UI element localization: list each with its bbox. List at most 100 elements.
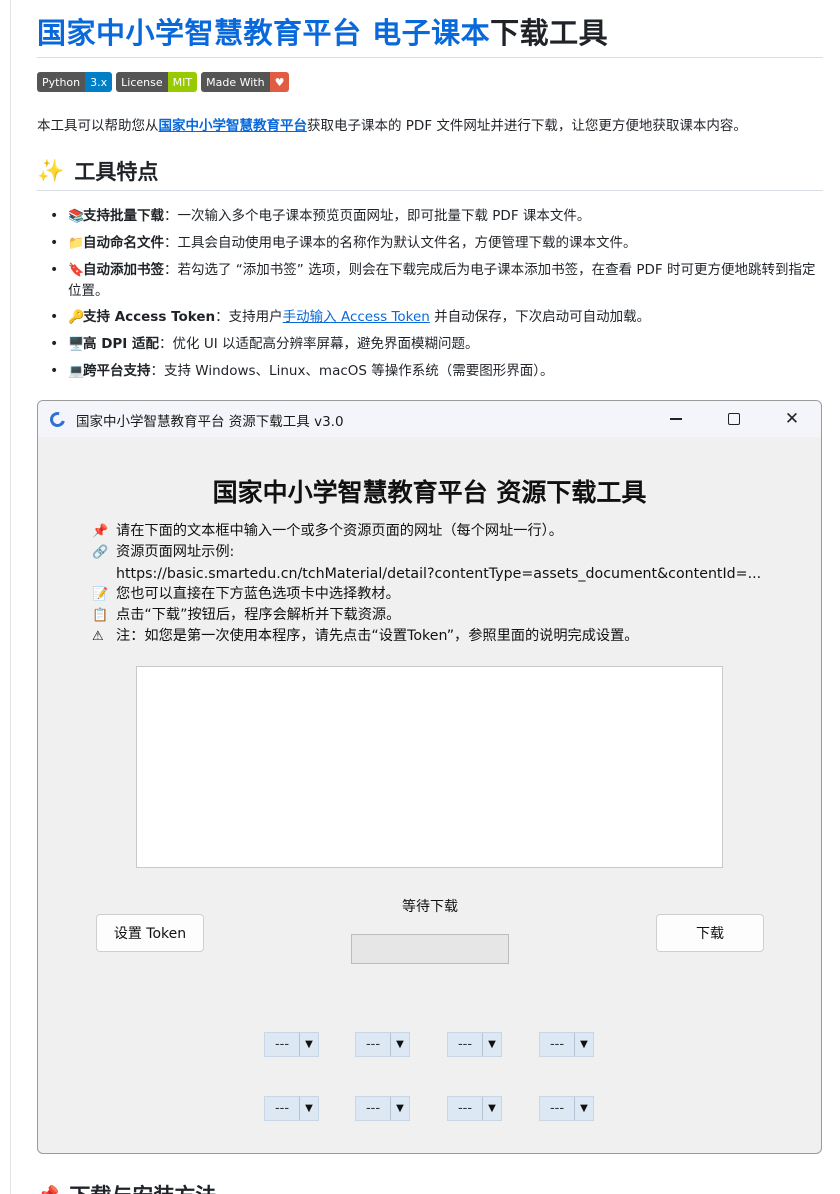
category-select-5[interactable]: --- ▼ xyxy=(264,1096,319,1121)
window-title: 国家中小学智慧教育平台 资源下载工具 v3.0 xyxy=(76,414,344,430)
intro-paragraph: 本工具可以帮助您从国家中小学智慧教育平台获取电子课本的 PDF 文件网址并进行下… xyxy=(37,114,747,134)
download-status: 等待下载 xyxy=(402,899,458,915)
list-item: 🔖自动添加书签：若勾选了 “添加书签” 选项，则会在下载完成后为电子课本添加书签… xyxy=(37,260,823,301)
books-icon: 📚 xyxy=(68,209,85,224)
title-divider xyxy=(37,57,823,58)
bookmark-icon: 🔖 xyxy=(68,263,85,278)
instruction-text: 资源页面网址示例: xyxy=(116,544,235,561)
app-title: 国家中小学智慧教育平台 资源下载工具 xyxy=(212,478,647,507)
select-value: --- xyxy=(365,1037,381,1052)
feature-text: ：优化 UI 以适配高分辨率屏幕，避免界面模糊问题。 xyxy=(159,336,479,352)
link-icon: 🔗 xyxy=(92,545,109,561)
intro-text: 获取电子课本的 PDF 文件网址并进行下载，让您更方便地获取课本内容。 xyxy=(307,118,747,134)
select-value: --- xyxy=(365,1101,381,1116)
select-value: --- xyxy=(457,1101,473,1116)
memo-icon: 📝 xyxy=(92,586,109,602)
badge-label: Made With xyxy=(201,72,270,92)
sparkles-icon: ✨ xyxy=(37,158,65,184)
select-value: --- xyxy=(549,1037,565,1052)
feature-name: 自动添加书签 xyxy=(83,262,164,278)
platform-link[interactable]: 国家中小学智慧教育平台 xyxy=(159,118,308,134)
instruction-text: 点击“下载”按钮后，程序会解析并下载资源。 xyxy=(116,607,401,624)
features-heading: ✨ 工具特点 xyxy=(37,156,158,186)
feature-text: ：若勾选了 “添加书签” 选项，则会在下载完成后为电子课本添加书签，在查看 PD… xyxy=(68,262,816,299)
features-divider xyxy=(37,190,823,191)
badge-python[interactable]: Python 3.x xyxy=(37,72,113,92)
badge-made-with[interactable]: Made With ♥ xyxy=(201,72,290,92)
select-value: --- xyxy=(274,1101,290,1116)
badge-label: License xyxy=(116,72,168,92)
dropdown-arrow-icon: ▼ xyxy=(390,1033,409,1056)
instruction-text: 请在下面的文本框中输入一个或多个资源页面的网址（每个网址一行）。 xyxy=(116,523,563,539)
list-item: 📚支持批量下载：一次输入多个电子课本预览页面网址，即可批量下载 PDF 课本文件… xyxy=(37,206,823,227)
download-button[interactable]: 下载 xyxy=(656,914,764,952)
category-select-3[interactable]: --- ▼ xyxy=(447,1032,502,1057)
feature-text: ：支持 Windows、Linux、macOS 等操作系统（需要图形界面）。 xyxy=(150,363,554,379)
list-item: 🔑支持 Access Token：支持用户手动输入 Access Token 并… xyxy=(37,307,823,328)
clipboard-icon: 📋 xyxy=(92,608,109,624)
category-select-4[interactable]: --- ▼ xyxy=(539,1032,594,1057)
window-titlebar[interactable]: 国家中小学智慧教育平台 资源下载工具 v3.0 ✕ xyxy=(38,401,821,437)
maximize-button[interactable] xyxy=(711,401,757,437)
feature-text: ：工具会自动使用电子课本的名称作为默认文件名，方便管理下载的课本文件。 xyxy=(164,235,637,251)
instructions: 📌 请在下面的文本框中输入一个或多个资源页面的网址（每个网址一行）。 🔗 资源页面网… xyxy=(92,521,782,648)
readme-title-highlight: 国家中小学智慧教育平台 电子课本 xyxy=(37,16,491,50)
category-select-6[interactable]: --- ▼ xyxy=(355,1096,410,1121)
dropdown-arrow-icon: ▼ xyxy=(574,1097,593,1120)
close-icon: ✕ xyxy=(784,409,800,429)
dropdown-arrow-icon: ▼ xyxy=(574,1033,593,1056)
laptop-icon: 💻 xyxy=(68,364,85,379)
badges: Python 3.x License MIT Made With ♥ xyxy=(37,72,290,92)
badge-value: 3.x xyxy=(85,72,113,92)
progress-bar xyxy=(351,934,509,964)
heart-icon: ♥ xyxy=(269,72,290,92)
download-heading-text: 下载与安装方法 xyxy=(69,1180,216,1194)
category-select-1[interactable]: --- ▼ xyxy=(264,1032,319,1057)
category-select-8[interactable]: --- ▼ xyxy=(539,1096,594,1121)
page-left-border xyxy=(10,0,11,1194)
dropdown-arrow-icon: ▼ xyxy=(299,1097,318,1120)
instruction-line: 📋 点击“下载”按钮后，程序会解析并下载资源。 xyxy=(92,605,782,626)
warning-icon: ⚠ xyxy=(92,629,104,645)
folder-icon: 📁 xyxy=(68,236,85,251)
category-select-7[interactable]: --- ▼ xyxy=(447,1096,502,1121)
close-button[interactable]: ✕ xyxy=(769,401,815,437)
minimize-icon xyxy=(670,418,682,420)
monitor-icon: 🖥️ xyxy=(68,337,85,352)
maximize-icon xyxy=(728,413,740,425)
badge-label: Python xyxy=(37,72,86,92)
download-heading: 📌 下载与安装方法 xyxy=(37,1180,216,1194)
feature-name: 支持批量下载 xyxy=(83,208,164,224)
feature-name: 高 DPI 适配 xyxy=(83,336,160,352)
feature-name: 自动命名文件 xyxy=(83,235,164,251)
feature-text: ：支持用户 xyxy=(215,309,283,325)
pushpin-icon: 📌 xyxy=(92,524,109,539)
dropdown-arrow-icon: ▼ xyxy=(299,1033,318,1056)
intro-text: 本工具可以帮助您从 xyxy=(37,118,159,134)
list-item: 🖥️高 DPI 适配：优化 UI 以适配高分辨率屏幕，避免界面模糊问题。 xyxy=(37,334,823,355)
set-token-button[interactable]: 设置 Token xyxy=(96,914,204,952)
readme-title-rest: 下载工具 xyxy=(490,16,609,50)
example-url: https://basic.smartedu.cn/tchMaterial/de… xyxy=(116,565,762,582)
dropdown-arrow-icon: ▼ xyxy=(390,1097,409,1120)
features-list: 📚支持批量下载：一次输入多个电子课本预览页面网址，即可批量下载 PDF 课本文件… xyxy=(37,206,823,388)
instruction-text: 您也可以直接在下方蓝色选项卡中选择教材。 xyxy=(116,585,400,602)
manual-token-link[interactable]: 手动输入 Access Token xyxy=(283,309,430,325)
select-value: --- xyxy=(549,1101,565,1116)
instruction-line: 📌 请在下面的文本框中输入一个或多个资源页面的网址（每个网址一行）。 xyxy=(92,521,782,542)
instruction-line: 📝 您也可以直接在下方蓝色选项卡中选择教材。 xyxy=(92,584,782,605)
dropdown-arrow-icon: ▼ xyxy=(482,1033,501,1056)
instruction-line: ⚠ 注：如您是第一次使用本程序，请先点击“设置Token”，参照里面的说明完成设置… xyxy=(92,626,782,647)
badge-license[interactable]: License MIT xyxy=(116,72,198,92)
badge-value: MIT xyxy=(167,72,198,92)
readme-title: 国家中小学智慧教育平台 电子课本下载工具 xyxy=(37,10,608,52)
select-value: --- xyxy=(274,1037,290,1052)
feature-text: ：一次输入多个电子课本预览页面网址，即可批量下载 PDF 课本文件。 xyxy=(164,208,591,224)
category-select-2[interactable]: --- ▼ xyxy=(355,1032,410,1057)
feature-name: 跨平台支持 xyxy=(83,363,151,379)
feature-name: 支持 Access Token xyxy=(83,309,216,325)
minimize-button[interactable] xyxy=(653,401,699,437)
app-logo-icon xyxy=(47,409,68,430)
feature-text: 并自动保存，下次启动可自动加载。 xyxy=(429,309,651,325)
url-input[interactable] xyxy=(136,666,723,868)
